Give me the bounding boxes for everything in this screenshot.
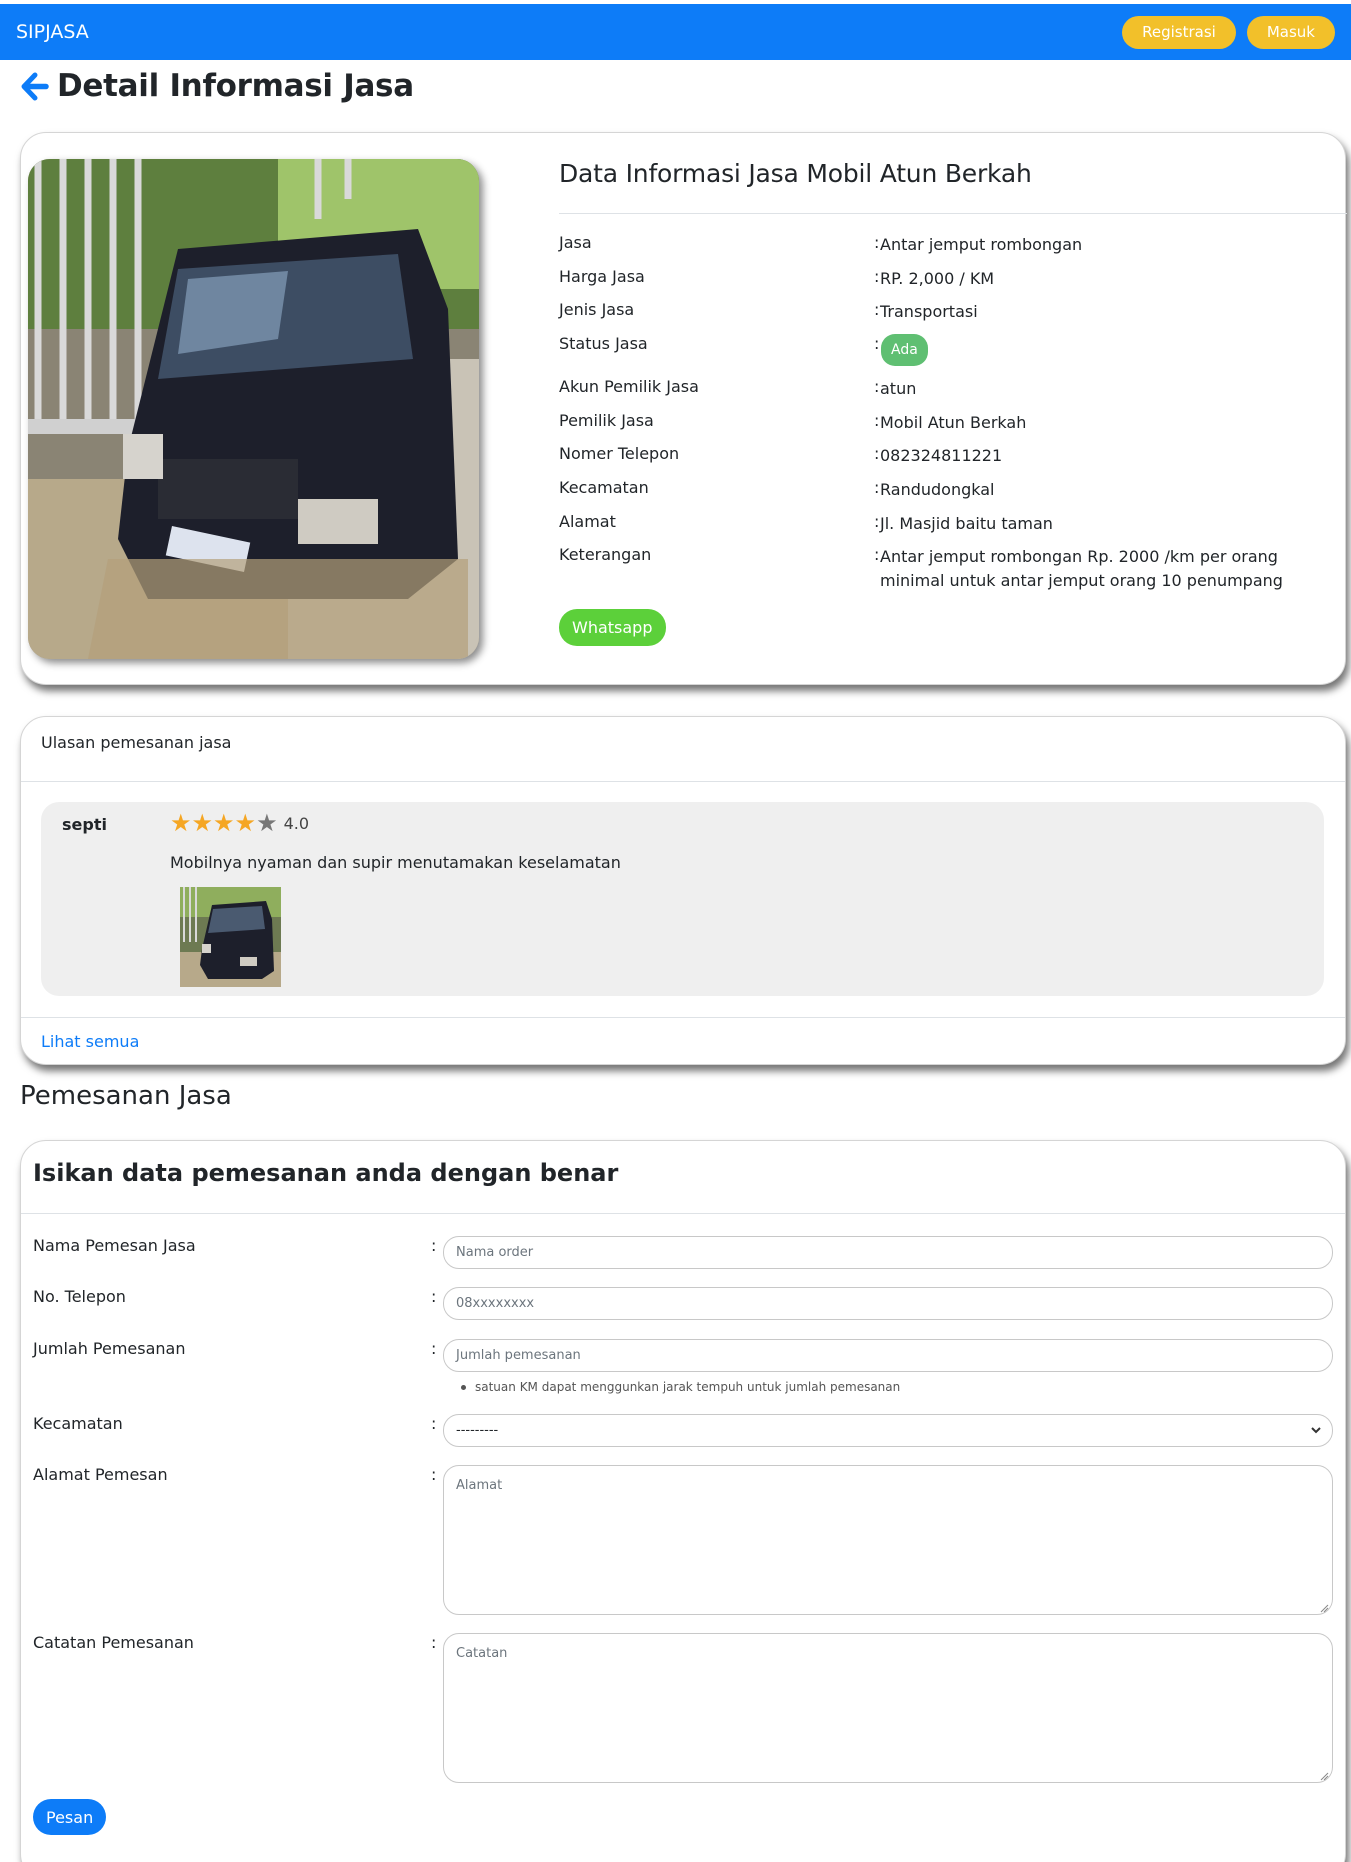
info-value: Jl. Masjid baitu taman — [880, 514, 1053, 533]
service-photo — [28, 159, 479, 659]
star-icon: ★ — [234, 809, 257, 837]
star-icon: ★ — [213, 809, 235, 837]
reviews-card: Ulasan pemesanan jasa septi ★ ★ ★ ★ ★ 4.… — [20, 716, 1346, 1065]
brand-logo[interactable]: SIPJASA — [16, 21, 89, 43]
info-value: Transportasi — [880, 302, 978, 321]
reviewer-name: septi — [62, 815, 107, 834]
district-select[interactable]: --------- — [443, 1414, 1333, 1447]
info-value: atun — [880, 379, 917, 398]
info-row-akun: Akun Pemilik Jasa : atun — [559, 377, 1347, 401]
top-navbar: SIPJASA Registrasi Masuk — [0, 4, 1351, 60]
name-input[interactable]: Nama order — [443, 1236, 1333, 1269]
info-value: 082324811221 — [880, 446, 1003, 465]
info-label: Status Jasa — [559, 334, 648, 353]
arrow-left-icon[interactable] — [20, 72, 49, 101]
info-row-pemilik: Pemilik Jasa : Mobil Atun Berkah — [559, 411, 1347, 435]
bullet-icon — [461, 1384, 466, 1390]
resize-handle-icon[interactable] — [1320, 1770, 1329, 1781]
field-label: Alamat Pemesan — [33, 1465, 168, 1484]
register-button[interactable]: Registrasi — [1122, 15, 1236, 49]
submit-order-button[interactable]: Pesan — [33, 1799, 107, 1835]
colon: : — [431, 1339, 437, 1358]
page-title: Detail Informasi Jasa — [57, 68, 414, 104]
info-label: Pemilik Jasa — [559, 411, 654, 430]
divider — [21, 1017, 1345, 1018]
field-label: Kecamatan — [33, 1414, 123, 1433]
quantity-hint: satuan KM dapat menggunkan jarak tempuh … — [461, 1380, 1333, 1394]
nav-actions: Registrasi Masuk — [1122, 15, 1335, 49]
info-value: Ada — [880, 334, 1347, 366]
review-text: Mobilnya nyaman dan supir menutamakan ke… — [170, 853, 621, 872]
resize-handle-icon[interactable] — [1320, 1602, 1329, 1613]
rating-value: 4.0 — [283, 813, 310, 833]
info-row-status: Status Jasa : Ada — [559, 334, 1347, 366]
info-label: Akun Pemilik Jasa — [559, 377, 699, 396]
info-row-harga: Harga Jasa : RP. 2,000 / KM — [559, 267, 1347, 291]
reviews-header: Ulasan pemesanan jasa — [41, 733, 232, 752]
page-header: Detail Informasi Jasa — [20, 68, 414, 104]
order-form-card: Isikan data pemesanan anda dengan benar … — [20, 1140, 1346, 1862]
note-placeholder: Catatan — [456, 1646, 508, 1661]
quantity-input[interactable]: Jumlah pemesanan — [443, 1339, 1333, 1372]
whatsapp-button[interactable]: Whatsapp — [559, 609, 666, 646]
info-row-telepon: Nomer Telepon : 082324811221 — [559, 444, 1347, 468]
info-label: Jenis Jasa — [559, 300, 635, 319]
divider — [21, 781, 1345, 782]
field-label: No. Telepon — [33, 1287, 126, 1306]
info-row-jenis: Jenis Jasa : Transportasi — [559, 300, 1347, 324]
status-badge: Ada — [881, 334, 928, 366]
info-label: Jasa — [559, 233, 592, 252]
info-row-kecamatan: Kecamatan : Randudongkal — [559, 478, 1347, 502]
login-button[interactable]: Masuk — [1246, 15, 1335, 49]
info-label: Nomer Telepon — [559, 444, 680, 463]
info-value: Antar jemput rombongan — [880, 235, 1083, 254]
info-label: Keterangan — [559, 545, 652, 564]
see-all-reviews-link[interactable]: Lihat semua — [41, 1032, 139, 1051]
phone-input[interactable]: 08xxxxxxxx — [443, 1287, 1333, 1320]
colon: : — [431, 1236, 437, 1255]
info-row-jasa: Jasa : Antar jemput rombongan — [559, 233, 1347, 257]
order-section-title: Pemesanan Jasa — [20, 1081, 232, 1111]
order-form-title: Isikan data pemesanan anda dengan benar — [33, 1159, 619, 1187]
address-placeholder: Alamat — [456, 1478, 503, 1493]
info-label: Kecamatan — [559, 478, 649, 497]
info-row-alamat: Alamat : Jl. Masjid baitu taman — [559, 512, 1347, 536]
info-value: Randudongkal — [880, 480, 995, 499]
info-label: Harga Jasa — [559, 267, 645, 286]
colon: : — [431, 1633, 437, 1652]
rating-stars: ★ ★ ★ ★ ★ 4.0 — [170, 811, 309, 835]
note-textarea[interactable]: Catatan — [443, 1633, 1333, 1783]
colon: : — [431, 1414, 437, 1433]
field-label: Jumlah Pemesanan — [33, 1339, 186, 1358]
info-row-keterangan: Keterangan : Antar jemput rombongan Rp. … — [559, 545, 1347, 593]
chevron-down-icon — [1310, 1424, 1322, 1436]
info-label: Alamat — [559, 512, 616, 531]
colon: : — [431, 1287, 437, 1306]
info-value: Mobil Atun Berkah — [880, 413, 1027, 432]
star-icon: ★ — [170, 809, 192, 837]
service-info-title: Data Informasi Jasa Mobil Atun Berkah — [559, 159, 1032, 188]
colon: : — [431, 1465, 437, 1484]
review-item: septi ★ ★ ★ ★ ★ 4.0 Mobilnya nyaman dan … — [41, 802, 1324, 996]
divider — [559, 213, 1347, 214]
review-photo[interactable] — [180, 887, 281, 987]
star-icon: ★ — [191, 809, 214, 837]
divider — [21, 1213, 1345, 1214]
address-textarea[interactable]: Alamat — [443, 1465, 1333, 1615]
field-label: Catatan Pemesanan — [33, 1633, 194, 1652]
field-label: Nama Pemesan Jasa — [33, 1236, 196, 1255]
hint-text: satuan KM dapat menggunkan jarak tempuh … — [475, 1380, 901, 1394]
info-value: RP. 2,000 / KM — [880, 269, 995, 288]
star-empty-icon: ★ — [256, 809, 278, 837]
info-value: Antar jemput rombongan Rp. 2000 /km per … — [880, 547, 1283, 590]
district-selected: --------- — [456, 1423, 499, 1438]
service-detail-card: Data Informasi Jasa Mobil Atun Berkah Ja… — [20, 132, 1347, 685]
